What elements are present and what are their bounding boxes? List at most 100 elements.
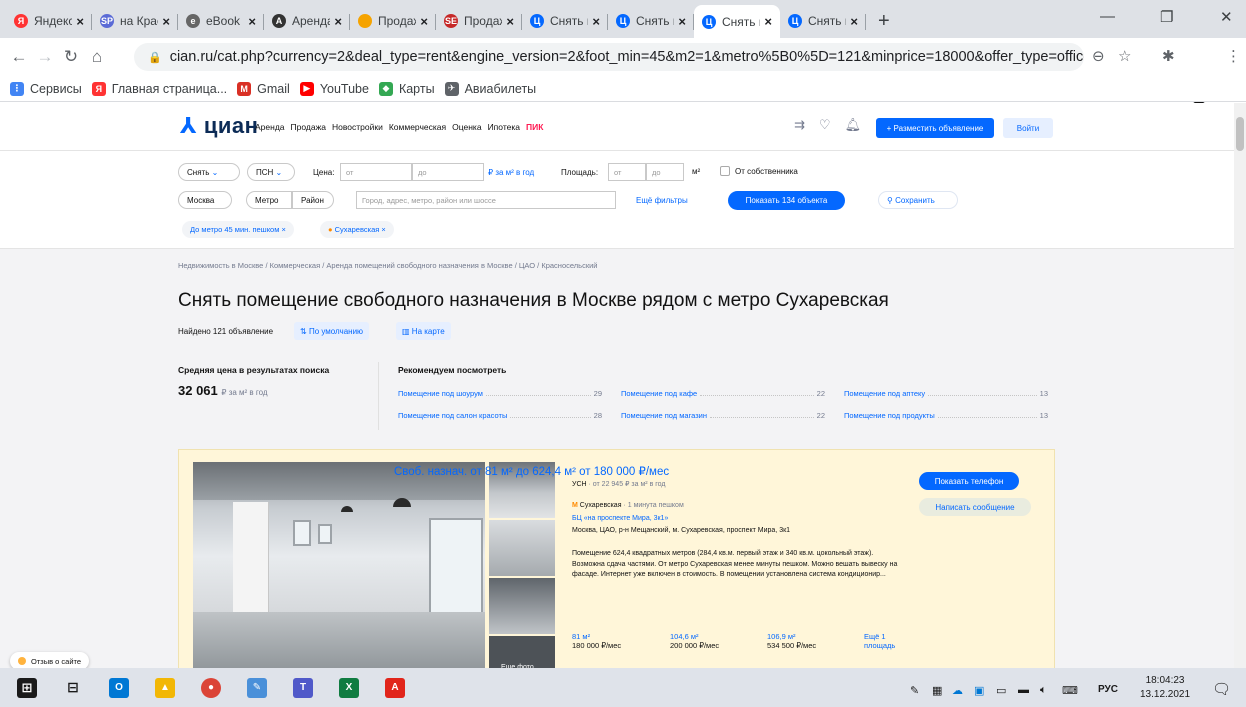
close-tab-icon[interactable]: × — [420, 14, 428, 29]
price-to-input[interactable]: до — [412, 163, 484, 181]
chrome-icon[interactable]: ● — [192, 668, 230, 707]
nav-item[interactable]: Новостройки — [332, 122, 383, 132]
notifications-bell-icon[interactable]: 🔔︎ — [845, 117, 862, 133]
notifications-icon[interactable]: 🗨︎ — [1212, 680, 1231, 698]
property-type-select[interactable]: ПСН ⌄ — [247, 163, 295, 181]
browser-tab[interactable]: e eBook × — [178, 5, 264, 37]
browser-tab[interactable]: Ц Снять п × — [780, 5, 866, 37]
bookmark-item[interactable]: ▶ YouTube — [299, 81, 369, 96]
lock-icon[interactable]: 🔒 — [148, 51, 162, 64]
url-bar[interactable]: 🔒 cian.ru/cat.php?currency=2&deal_type=r… — [134, 43, 1084, 71]
listing-thumb-photo[interactable] — [489, 578, 555, 634]
filter-chip-metro[interactable]: ● Сухаревская × — [320, 221, 394, 238]
reload-icon[interactable]: ↻ — [58, 47, 84, 67]
start-button[interactable]: ⊞ — [8, 668, 46, 707]
close-tab-icon[interactable]: × — [678, 14, 686, 29]
filter-chip-walk-time[interactable]: До метро 45 мин. пешком × — [182, 221, 294, 238]
close-tab-icon[interactable]: × — [592, 14, 600, 29]
close-tab-icon[interactable]: × — [76, 14, 84, 29]
show-phone-button[interactable]: Показать телефон — [919, 472, 1019, 490]
menu-icon[interactable]: ⋮ — [1226, 47, 1241, 65]
extensions-icon[interactable]: ✱ — [1162, 47, 1175, 65]
nav-item[interactable]: Продажа — [291, 122, 326, 132]
compare-icon[interactable]: ⇉ — [794, 117, 805, 133]
cian-logo[interactable]: ⅄ циан — [180, 113, 258, 139]
listing-main-photo[interactable] — [193, 462, 485, 672]
browser-tab[interactable]: Ц Снять п × — [522, 5, 608, 37]
battery-icon[interactable]: ▬ — [1018, 684, 1029, 696]
volume-icon[interactable]: 🔈︎ — [1040, 684, 1047, 697]
forward-icon[interactable]: → — [32, 47, 58, 67]
area-option[interactable]: 81 м² 180 000 ₽/мес — [572, 632, 621, 650]
recommend-link[interactable]: Помещение под шоурум 29 — [398, 389, 602, 398]
pdf-reader-icon[interactable]: A — [376, 668, 414, 707]
bookmark-item[interactable]: M Gmail — [237, 81, 290, 96]
listing-address[interactable]: Москва, ЦАО, р-н Мещанский, м. Сухаревск… — [572, 527, 790, 534]
listing-thumb-photo[interactable] — [489, 520, 555, 576]
close-tab-icon[interactable]: × — [334, 14, 342, 29]
home-icon[interactable]: ⌂ — [84, 47, 110, 67]
bookmark-item[interactable]: Я Главная страница... — [91, 81, 227, 96]
nav-item-pik[interactable]: ПИК — [526, 122, 543, 132]
listing-metro[interactable]: M Сухаревская · 1 минута пешком — [572, 502, 684, 509]
browser-tab[interactable]: Я Яндекс × — [6, 5, 92, 37]
close-tab-icon[interactable]: × — [248, 14, 256, 29]
close-tab-icon[interactable]: × — [506, 14, 514, 29]
browser-tab[interactable]: Продаж × — [350, 5, 436, 37]
scrollbar-thumb[interactable] — [1236, 117, 1244, 151]
district-button[interactable]: Район — [292, 191, 334, 209]
clock[interactable]: 18:04:23 13.12.2021 — [1140, 674, 1190, 702]
recommend-link[interactable]: Помещение под салон красоты 28 — [398, 411, 602, 420]
teams-icon[interactable]: T — [284, 668, 322, 707]
owner-checkbox[interactable] — [720, 166, 730, 176]
map-button[interactable]: ▥ На карте — [396, 322, 451, 340]
location-search-input[interactable]: Город, адрес, метро, район или шоссе — [356, 191, 616, 209]
save-search-button[interactable]: ⚲ Сохранить — [878, 191, 958, 209]
close-window-icon[interactable]: ✕ — [1220, 8, 1233, 26]
nav-item[interactable]: Коммерческая — [389, 122, 446, 132]
nav-item[interactable]: Аренда — [255, 122, 285, 132]
recommend-link[interactable]: Помещение под аптеку 13 — [844, 389, 1048, 398]
area-option[interactable]: 106,9 м² 534 500 ₽/мес — [767, 632, 816, 650]
sort-button[interactable]: ⇅ По умолчанию — [294, 322, 370, 340]
minimize-icon[interactable]: — — [1100, 8, 1115, 25]
price-from-input[interactable]: от — [340, 163, 412, 181]
browser-tab[interactable]: SE Продаж × — [436, 5, 522, 37]
more-filters-link[interactable]: Ещё фильтры — [636, 196, 688, 205]
language-indicator[interactable]: РУС — [1098, 684, 1118, 695]
outlook-tray-icon[interactable]: ▣ — [974, 684, 984, 697]
breadcrumb[interactable]: Недвижимость в Москве / Коммерческая / А… — [178, 261, 597, 270]
close-tab-icon[interactable]: × — [850, 14, 858, 29]
close-tab-icon[interactable]: × — [162, 14, 170, 29]
paint-icon[interactable]: ✎ — [238, 668, 276, 707]
recommend-link[interactable]: Помещение под кафе 22 — [621, 389, 825, 398]
new-tab-button[interactable]: + — [866, 6, 902, 38]
listing-title[interactable]: Своб. назнач. от 81 м² до 624,4 м² от 18… — [394, 464, 669, 478]
bookmark-item[interactable]: ✈ Авиабилеты — [444, 81, 536, 96]
area-from-input[interactable]: от — [608, 163, 646, 181]
onedrive-icon[interactable]: ☁ — [952, 684, 963, 697]
task-view-icon[interactable]: ⊟ — [54, 668, 92, 707]
nav-item[interactable]: Ипотека — [488, 122, 520, 132]
deal-type-select[interactable]: Снять ⌄ — [178, 163, 240, 181]
pen-icon[interactable]: ✎ — [910, 684, 919, 697]
price-unit-select[interactable]: ₽ за м² в год — [488, 168, 534, 177]
bookmark-item[interactable]: ⋮ Сервисы — [10, 81, 82, 96]
area-option[interactable]: Ещё 1 площадь — [864, 632, 895, 650]
page-scrollbar[interactable] — [1234, 103, 1246, 668]
zoom-icon[interactable]: ⊖ — [1092, 47, 1105, 65]
write-message-button[interactable]: Написать сообщение — [919, 498, 1031, 516]
excel-icon[interactable]: X — [330, 668, 368, 707]
area-option[interactable]: 104,6 м² 200 000 ₽/мес — [670, 632, 719, 650]
show-results-button[interactable]: Показать 134 объекта — [728, 191, 845, 210]
close-tab-icon[interactable]: × — [764, 14, 772, 29]
outlook-icon[interactable]: O — [100, 668, 138, 707]
browser-tab[interactable]: SP на Крас × — [92, 5, 178, 37]
browser-tab[interactable]: A Аренда × — [264, 5, 350, 37]
bookmark-star-icon[interactable]: ☆ — [1118, 47, 1131, 65]
browser-tab[interactable]: Ц Снять п × — [694, 5, 780, 38]
display-icon[interactable]: ▭ — [996, 684, 1006, 697]
keyboard-icon[interactable]: ⌨ — [1062, 684, 1078, 697]
browser-tab[interactable]: Ц Снять п × — [608, 5, 694, 37]
bookmark-item[interactable]: ◆ Карты — [378, 81, 435, 96]
